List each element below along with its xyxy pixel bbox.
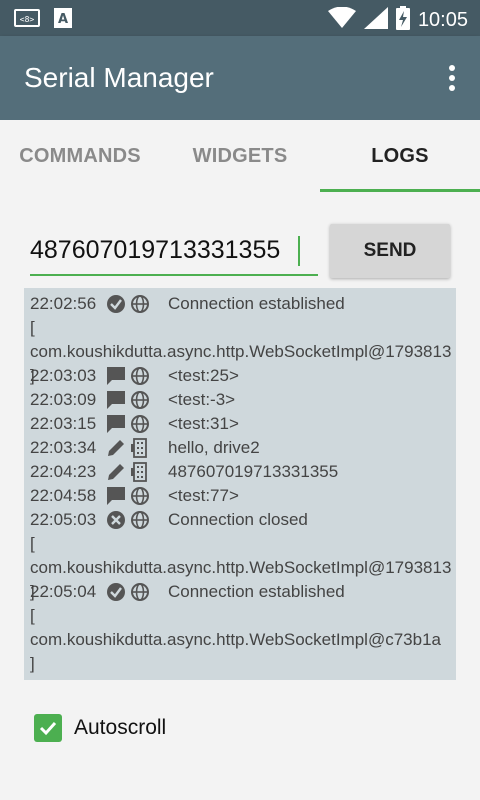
message-icon	[106, 390, 126, 410]
tab-widgets[interactable]: WIDGETS	[160, 120, 320, 192]
globe-icon	[130, 414, 150, 434]
globe-icon	[130, 510, 150, 530]
svg-text:<8>: <8>	[20, 15, 35, 24]
pencil-icon	[106, 462, 126, 482]
status-time: 10:05	[417, 9, 468, 31]
globe-icon	[130, 366, 150, 386]
globe-icon	[130, 486, 150, 506]
serial-port-icon	[130, 462, 150, 482]
log-message: <test:25>	[168, 366, 239, 385]
log-time: 22:04:23	[30, 462, 97, 481]
command-input-wrapper	[30, 228, 318, 276]
message-icon	[106, 414, 126, 434]
globe-icon	[130, 582, 150, 602]
autoscroll-label: Autoscroll	[74, 716, 167, 739]
log-entry: 22:04:58 <test:77>	[30, 484, 239, 508]
globe-icon	[130, 390, 150, 410]
pencil-icon	[106, 438, 126, 458]
log-message: hello, drive2	[168, 438, 260, 457]
signal-icon	[363, 7, 388, 34]
autoscroll-option[interactable]: Autoscroll	[34, 714, 166, 742]
message-icon	[106, 366, 126, 386]
log-time: 22:04:58	[30, 486, 97, 505]
message-icon	[106, 486, 126, 506]
status-bar: <8> A 10:05	[0, 0, 480, 36]
log-entry: 22:05:03 Connection closed	[30, 508, 308, 532]
log-time: 22:05:04	[30, 582, 97, 601]
close-circle-icon	[106, 510, 126, 530]
send-button[interactable]: SEND	[330, 224, 450, 278]
log-message: Connection closed	[168, 510, 308, 529]
log-time: 22:02:56	[30, 294, 97, 313]
code-icon: <8>	[14, 9, 40, 32]
app-bar: Serial Manager	[0, 36, 480, 120]
globe-icon	[130, 294, 150, 314]
svg-text:A: A	[58, 12, 68, 27]
tab-commands[interactable]: COMMANDS	[0, 120, 160, 192]
log-entry: 22:03:03 <test:25>	[30, 364, 239, 388]
log-message: <test:-3>	[168, 390, 236, 409]
wifi-icon	[327, 6, 356, 34]
serial-port-icon	[130, 438, 150, 458]
log-message: <test:31>	[168, 414, 239, 433]
text-caret	[298, 236, 300, 266]
autoscroll-checkbox[interactable]	[34, 714, 62, 742]
log-entry: 22:03:15 <test:31>	[30, 412, 239, 436]
text-icon: A	[54, 8, 72, 33]
log-entry: 22:03:34 hello, drive2	[30, 436, 260, 460]
log-entry: 22:05:04 Connection established	[30, 580, 345, 604]
log-message: <test:77>	[168, 486, 239, 505]
check-circle-icon	[106, 294, 126, 314]
log-message: Connection established	[168, 294, 345, 313]
log-time: 22:05:03	[30, 510, 97, 529]
app-title: Serial Manager	[24, 62, 214, 93]
log-entry: 22:03:09 <test:-3>	[30, 388, 235, 412]
log-detail: [ com.koushikdutta.async.http.WebSocketI…	[30, 606, 441, 673]
tab-indicator	[320, 189, 480, 192]
log-time: 22:03:34	[30, 438, 97, 457]
log-time: 22:03:15	[30, 414, 97, 433]
log-time: 22:03:09	[30, 390, 97, 409]
log-time: 22:03:03	[30, 366, 97, 385]
tab-logs[interactable]: LOGS	[320, 120, 480, 192]
log-panel[interactable]: 22:02:56 Connection established [ com.ko…	[24, 288, 456, 680]
log-entry: 22:02:56 Connection established	[30, 292, 345, 316]
battery-charging-icon	[395, 6, 410, 35]
check-circle-icon	[106, 582, 126, 602]
tab-bar: COMMANDS WIDGETS LOGS	[0, 120, 480, 192]
log-message: Connection established	[168, 582, 345, 601]
more-vert-icon[interactable]	[444, 64, 460, 92]
command-input[interactable]	[30, 228, 318, 272]
log-message: 487607019713331355	[168, 462, 339, 481]
log-entry: 22:04:23 487607019713331355	[30, 460, 338, 484]
